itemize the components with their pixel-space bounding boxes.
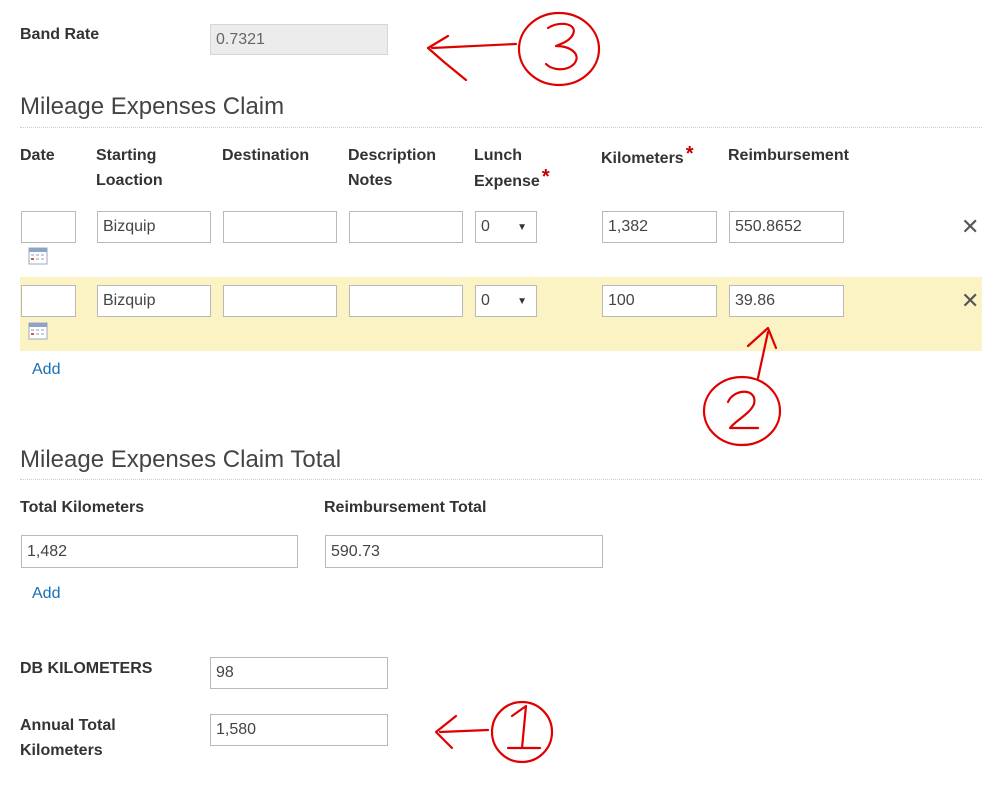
- row2-delete-button[interactable]: ✕: [961, 290, 979, 312]
- row1-destination-input[interactable]: [223, 211, 337, 243]
- col-kilometers-text: Kilometers: [601, 150, 684, 167]
- annotation-circle-2: [702, 375, 782, 447]
- claim-divider: [20, 127, 982, 128]
- annual-total-l2: Kilometers: [20, 742, 103, 759]
- col-destination: Destination: [222, 147, 310, 164]
- db-km-label: DB KILOMETERS: [20, 660, 153, 677]
- db-km-field[interactable]: 98: [210, 657, 388, 689]
- row1-date-input[interactable]: [21, 211, 76, 243]
- row2-start-input[interactable]: Bizquip: [97, 285, 211, 317]
- required-marker: *: [685, 143, 694, 165]
- col-kilometers: Kilometers *: [601, 143, 694, 171]
- annotation-circle-3: [517, 11, 601, 87]
- col-description-l1: Description: [348, 147, 437, 164]
- total-divider: [20, 479, 982, 480]
- row1-notes-input[interactable]: [349, 211, 463, 243]
- row1-reimbursement-input[interactable]: 550.8652: [729, 211, 844, 243]
- chevron-down-icon: ▼: [517, 295, 527, 307]
- annual-total-field[interactable]: 1,580: [210, 714, 388, 746]
- row2-lunch-select[interactable]: 0 ▼: [475, 285, 537, 317]
- row1-start-input[interactable]: Bizquip: [97, 211, 211, 243]
- col-starting-location-l2: Loaction: [96, 172, 163, 189]
- chevron-down-icon: ▼: [517, 221, 527, 233]
- row2-notes-input[interactable]: [349, 285, 463, 317]
- col-starting-location-l1: Starting: [96, 147, 157, 164]
- row1-kilometers-input[interactable]: 1,382: [602, 211, 717, 243]
- annual-total-label: Annual Total Kilometers: [20, 713, 116, 763]
- col-description-l2: Notes: [348, 172, 393, 189]
- required-marker: *: [541, 166, 550, 188]
- col-reimbursement: Reimbursement: [728, 147, 849, 164]
- add-row-link[interactable]: Add: [32, 361, 60, 379]
- annotation-arrow-1: [434, 714, 490, 750]
- row1-lunch-select[interactable]: 0 ▼: [475, 211, 537, 243]
- total-reimbursement-field[interactable]: 590.73: [325, 535, 603, 568]
- col-lunch-l1: Lunch: [474, 147, 522, 164]
- annotation-arrow-3: [426, 34, 518, 82]
- calendar-icon[interactable]: [28, 320, 48, 340]
- col-date: Date: [20, 147, 55, 164]
- annual-total-l1: Annual Total: [20, 717, 116, 734]
- annotation-digit-1: [506, 704, 542, 750]
- col-description-notes: Description Notes: [348, 143, 436, 193]
- annotation-digit-3: [544, 22, 578, 71]
- row2-kilometers-input[interactable]: 100: [602, 285, 717, 317]
- claim-section-title: Mileage Expenses Claim: [20, 93, 285, 120]
- row1-lunch-value: 0: [481, 218, 490, 235]
- row1-delete-button[interactable]: ✕: [961, 216, 979, 238]
- total-km-field[interactable]: 1,482: [21, 535, 298, 568]
- row2-date-input[interactable]: [21, 285, 76, 317]
- row2-reimbursement-input[interactable]: 39.86: [729, 285, 844, 317]
- annotation-circle-1: [490, 700, 554, 764]
- total-km-label: Total Kilometers: [20, 499, 145, 516]
- band-rate-field: 0.7321: [210, 24, 388, 55]
- band-rate-label: Band Rate: [20, 26, 100, 43]
- col-lunch-l2-text: Expense: [474, 173, 540, 190]
- col-starting-location: Starting Loaction: [96, 143, 163, 193]
- row2-destination-input[interactable]: [223, 285, 337, 317]
- annotation-digit-2: [726, 390, 760, 430]
- col-lunch-expense: Lunch Expense *: [474, 143, 550, 194]
- add-total-link[interactable]: Add: [32, 585, 60, 603]
- total-reimbursement-label: Reimbursement Total: [324, 499, 487, 516]
- col-lunch-l2: Expense *: [474, 166, 550, 194]
- total-section-title: Mileage Expenses Claim Total: [20, 446, 342, 473]
- calendar-icon[interactable]: [28, 245, 48, 265]
- row2-lunch-value: 0: [481, 292, 490, 309]
